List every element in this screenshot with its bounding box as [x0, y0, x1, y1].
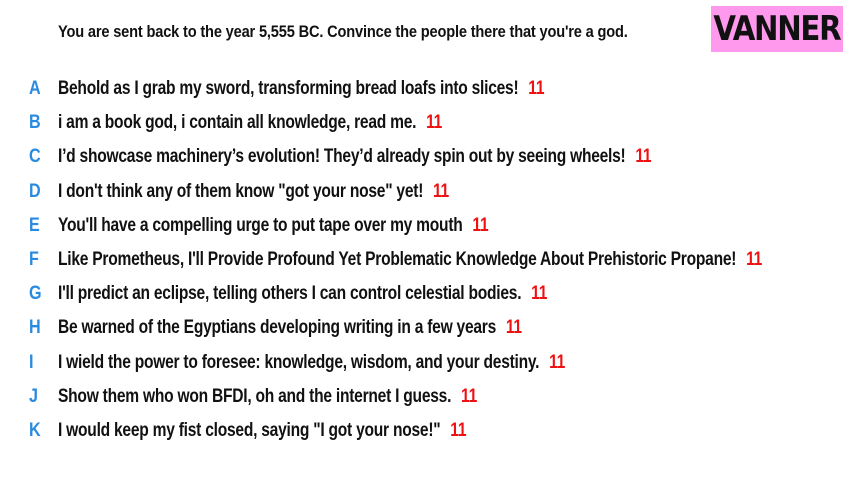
entry-row: I I wield the power to foresee: knowledg…: [0, 346, 853, 380]
entry-letter: A: [29, 78, 41, 100]
entry-score: 11: [635, 146, 652, 168]
entry-line: I would keep my fist closed, saying "I g…: [58, 420, 466, 442]
entry-row: J Show them who won BFDI, oh and the int…: [0, 380, 853, 414]
entry-score: 11: [461, 385, 477, 407]
entry-row: K I would keep my fist closed, saying "I…: [0, 414, 853, 448]
entry-text: Be warned of the Egyptians developing wr…: [58, 317, 497, 339]
entry-text: Behold as I grab my sword, transforming …: [58, 78, 519, 100]
prompt-text: You are sent back to the year 5,555 BC. …: [58, 22, 628, 41]
entry-text: Like Prometheus, I'll Provide Profound Y…: [58, 249, 737, 271]
entry-score: 11: [426, 112, 443, 134]
entry-letter: C: [29, 146, 41, 168]
entry-row: H Be warned of the Egyptians developing …: [0, 311, 853, 345]
entry-score: 11: [746, 249, 763, 271]
entry-row: A Behold as I grab my sword, transformin…: [0, 72, 853, 106]
entry-score: 11: [472, 214, 489, 236]
entry-text: I’d showcase machinery’s evolution! They…: [58, 146, 626, 168]
entry-text: I wield the power to foresee: knowledge,…: [58, 351, 540, 373]
entry-letter: K: [29, 419, 41, 441]
entry-text: I don't think any of them know "got your…: [58, 180, 424, 202]
entry-text: i am a book god, i contain all knowledge…: [58, 112, 417, 134]
entry-row: F Like Prometheus, I'll Provide Profound…: [0, 243, 853, 277]
entry-score: 11: [450, 419, 467, 441]
entry-line: Show them who won BFDI, oh and the inter…: [58, 386, 477, 408]
entry-line: Be warned of the Egyptians developing wr…: [58, 317, 522, 339]
entry-letter: D: [29, 180, 41, 202]
entry-letter: E: [29, 214, 40, 236]
player-badge: VANNER: [711, 6, 843, 52]
entry-line: Behold as I grab my sword, transforming …: [58, 78, 544, 100]
entry-line: i am a book god, i contain all knowledge…: [58, 112, 442, 134]
entry-letter: H: [29, 317, 41, 339]
entry-text: I would keep my fist closed, saying "I g…: [58, 419, 441, 441]
entry-line: Like Prometheus, I'll Provide Profound Y…: [58, 249, 762, 271]
entry-letter: I: [29, 351, 34, 373]
entry-text: I'll predict an eclipse, telling others …: [58, 283, 522, 305]
entry-score: 11: [528, 78, 545, 100]
entry-row: C I’d showcase machinery’s evolution! Th…: [0, 140, 853, 174]
entry-letter: F: [29, 249, 39, 271]
entry-text: Show them who won BFDI, oh and the inter…: [58, 385, 452, 407]
entries-list: A Behold as I grab my sword, transformin…: [0, 72, 853, 448]
entry-row: D I don't think any of them know "got yo…: [0, 175, 853, 209]
entry-line: I’d showcase machinery’s evolution! They…: [58, 146, 652, 168]
entry-line: I wield the power to foresee: knowledge,…: [58, 352, 565, 374]
entry-line: You'll have a compelling urge to put tap…: [58, 214, 489, 237]
entry-row: G I'll predict an eclipse, telling other…: [0, 277, 853, 311]
entry-line: I'll predict an eclipse, telling others …: [58, 283, 547, 305]
entry-row: E You'll have a compelling urge to put t…: [0, 209, 853, 243]
entry-letter: B: [29, 112, 41, 134]
entry-score: 11: [432, 180, 449, 202]
entry-text: You'll have a compelling urge to put tap…: [58, 214, 463, 236]
badge-label: VANNER: [713, 9, 842, 49]
entry-letter: J: [29, 385, 38, 407]
entry-letter: G: [29, 283, 42, 305]
entry-score: 11: [505, 317, 522, 339]
entry-line: I don't think any of them know "got your…: [58, 181, 449, 203]
entry-row: B i am a book god, i contain all knowled…: [0, 106, 853, 140]
entry-score: 11: [549, 351, 566, 373]
entry-score: 11: [531, 283, 548, 305]
